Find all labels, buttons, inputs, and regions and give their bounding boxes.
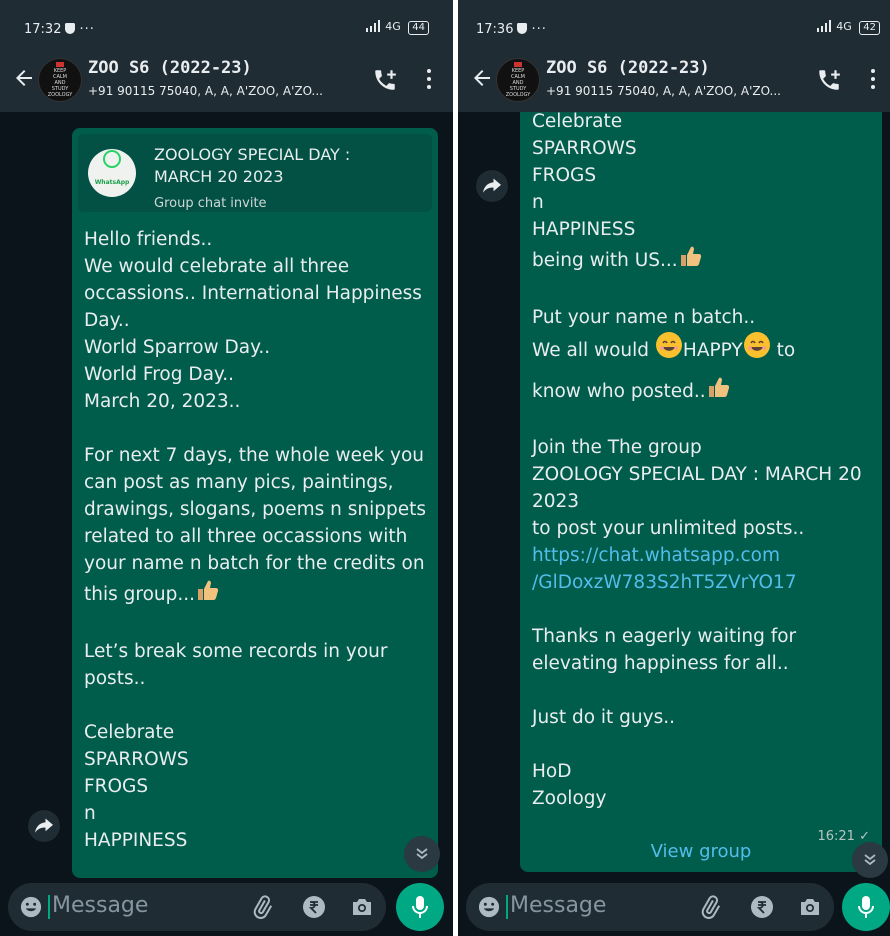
group-participants[interactable]: +91 90115 75040, A, A, A'ZOO, A'ZO... — [88, 84, 358, 98]
thumbs-up-emoji — [195, 577, 221, 611]
message-bubble[interactable]: Celebrate SPARROWS FROGS n HAPPINESS bei… — [520, 112, 882, 872]
shield-icon — [65, 23, 76, 34]
emoji-icon[interactable] — [478, 896, 500, 918]
group-avatar[interactable]: KEEP CALM AND STUDY ZOOLOGY — [496, 58, 540, 102]
battery-icon: 42 — [859, 21, 880, 35]
message-placeholder: Message — [510, 893, 607, 918]
message-text-b5: know who posted.. — [532, 381, 706, 402]
camera-icon[interactable] — [350, 895, 374, 919]
back-arrow-icon[interactable] — [12, 66, 36, 90]
compose-bar: Message — [458, 878, 890, 936]
view-group-button[interactable]: View group — [520, 832, 882, 872]
group-invite-card[interactable]: WhatsApp ZOOLOGY SPECIAL DAY : MARCH 20 … — [78, 134, 432, 212]
thumbs-up-emoji — [678, 243, 704, 277]
message-text-c: Join the The group ZOOLOGY SPECIAL DAY :… — [532, 437, 862, 539]
rupee-icon[interactable] — [750, 895, 774, 919]
chat-header: KEEP CALM AND STUDY ZOOLOGY ZOO S6 (2022-23)… — [0, 48, 453, 112]
shield-icon — [517, 23, 528, 34]
network-label: 4G — [385, 20, 401, 33]
add-call-icon[interactable] — [816, 67, 842, 93]
scroll-down-icon[interactable] — [404, 836, 440, 872]
chat-screen-left: 17:32 ··· 4G 44 KEEP CALM AND STUDY ZOOLOGY Z… — [0, 0, 453, 936]
mic-button[interactable] — [842, 883, 890, 931]
whatsapp-logo-icon: WhatsApp — [88, 149, 136, 197]
smiling-face-emoji — [743, 331, 771, 373]
status-time: 17:36 — [476, 22, 514, 37]
group-name[interactable]: ZOO S6 (2022-23) — [546, 58, 710, 78]
signal-icon — [365, 20, 380, 32]
invite-title: ZOOLOGY SPECIAL DAY : MARCH 20 2023 — [154, 145, 351, 186]
back-arrow-icon[interactable] — [470, 66, 494, 90]
message-text: Hello friends.. We would celebrate all t… — [84, 229, 426, 605]
thumbs-up-emoji — [706, 374, 732, 414]
group-avatar[interactable]: KEEP CALM AND STUDY ZOOLOGY — [38, 58, 82, 102]
message-bubble[interactable]: WhatsApp ZOOLOGY SPECIAL DAY : MARCH 20 … — [72, 128, 438, 878]
text-caret — [48, 895, 50, 919]
invite-link[interactable]: https://chat.whatsapp.com/GlDoxzW783S2hT… — [532, 542, 870, 596]
message-text-continued: Let’s break some records in your posts..… — [84, 641, 388, 851]
compose-bar: Message — [0, 878, 453, 936]
message-input[interactable]: Message — [8, 883, 386, 931]
mic-icon — [412, 896, 428, 918]
message-input[interactable]: Message — [466, 883, 834, 931]
network-label: 4G — [836, 20, 852, 33]
message-list: WhatsApp ZOOLOGY SPECIAL DAY : MARCH 20 … — [0, 112, 453, 878]
chat-header: KEEP CALM AND STUDY ZOOLOGY ZOO S6 (2022-23)… — [458, 48, 890, 112]
status-time: 17:32 — [24, 22, 62, 37]
mic-icon — [858, 896, 874, 918]
group-participants[interactable]: +91 90115 75040, A, A, A'ZOO, A'ZO... — [546, 84, 816, 98]
message-text-b4: to — [776, 340, 796, 361]
message-text: Celebrate SPARROWS FROGS n HAPPINESS bei… — [532, 112, 678, 271]
message-text-b3: HAPPY — [682, 340, 743, 361]
more-vert-icon[interactable] — [426, 67, 432, 91]
scroll-down-icon[interactable] — [852, 842, 888, 878]
rupee-icon[interactable] — [302, 895, 326, 919]
message-text-b2: We all would — [532, 340, 650, 361]
add-call-icon[interactable] — [372, 67, 398, 93]
smiling-face-emoji — [655, 331, 683, 373]
signal-icon — [816, 20, 831, 32]
status-dots: ··· — [531, 22, 547, 37]
battery-icon: 44 — [408, 21, 429, 35]
forward-icon[interactable] — [476, 170, 508, 202]
chat-screen-right: 17:36 ··· 4G 42 KEEP CALM AND STUDY ZOOLOGY Z… — [458, 0, 890, 936]
message-list: Celebrate SPARROWS FROGS n HAPPINESS bei… — [458, 112, 890, 878]
emoji-icon[interactable] — [20, 896, 42, 918]
status-bar: 17:36 ··· 4G 42 — [458, 0, 890, 48]
message-text-d: Thanks n eagerly waiting for elevating h… — [532, 626, 797, 809]
more-vert-icon[interactable] — [870, 67, 876, 91]
status-bar: 17:32 ··· 4G 44 — [0, 0, 453, 48]
forward-icon[interactable] — [28, 810, 60, 842]
invite-subtitle: Group chat invite — [154, 196, 267, 211]
status-dots: ··· — [79, 22, 95, 37]
attach-icon[interactable] — [698, 895, 722, 919]
mic-button[interactable] — [396, 883, 444, 931]
attach-icon[interactable] — [250, 895, 274, 919]
camera-icon[interactable] — [798, 895, 822, 919]
message-text-b1: Put your name n batch.. — [532, 307, 756, 328]
group-name[interactable]: ZOO S6 (2022-23) — [88, 58, 252, 78]
text-caret — [506, 895, 508, 919]
message-placeholder: Message — [52, 893, 149, 918]
